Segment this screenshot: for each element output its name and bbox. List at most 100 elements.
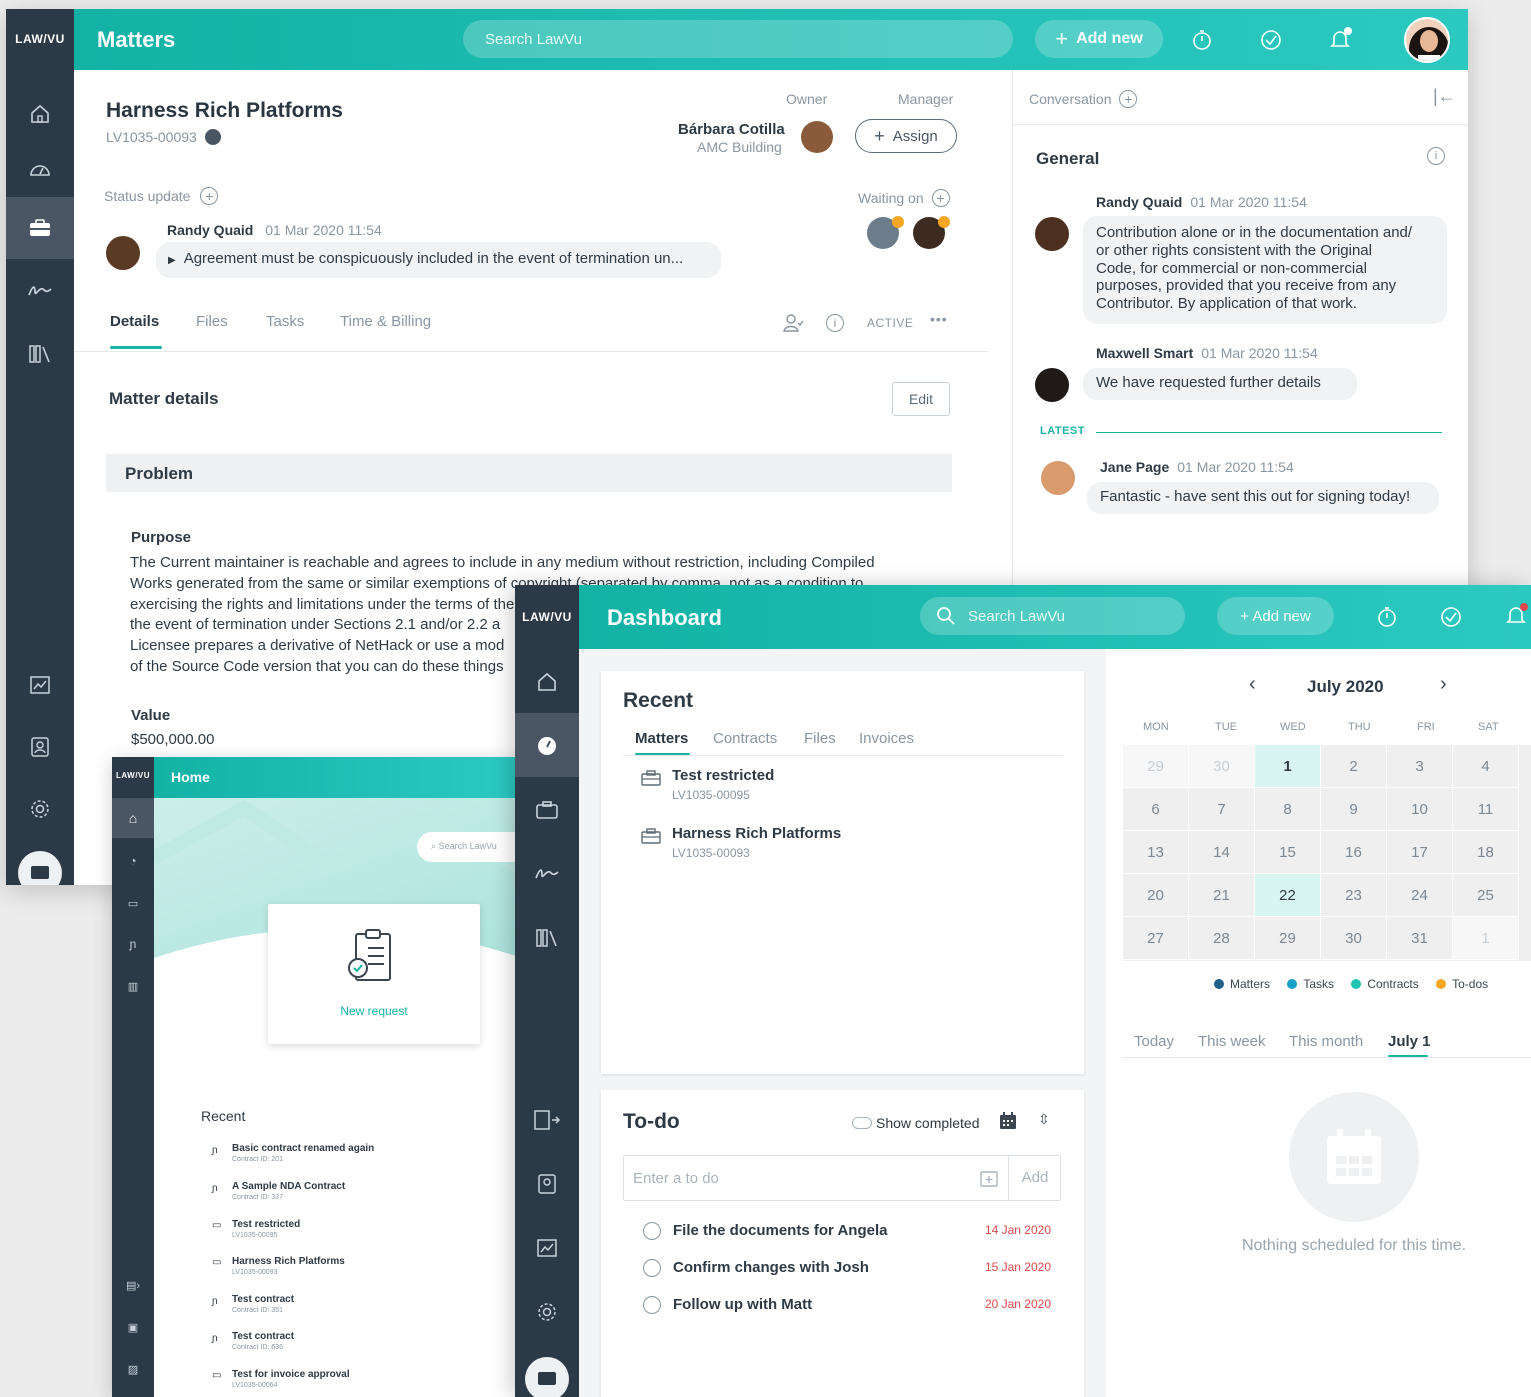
calendar-day[interactable]: 17 — [1387, 831, 1453, 874]
timer-icon[interactable] — [1376, 606, 1398, 633]
add-waiting-icon[interactable]: + — [931, 189, 950, 207]
tab-time-billing[interactable]: Time & Billing — [340, 313, 431, 330]
list-item[interactable]: ɲ A Sample NDA Contract Contract ID: 337 — [212, 1181, 502, 1213]
todo-item[interactable]: File the documents for Angela 14 Jan 202… — [643, 1222, 1063, 1246]
tab-details[interactable]: Details — [110, 313, 159, 330]
library-icon[interactable]: ▥ — [112, 966, 154, 1006]
list-item[interactable]: ɲ Test contract Contract ID: 351 — [212, 1294, 502, 1326]
timer-icon[interactable] — [1191, 29, 1213, 56]
search-input[interactable]: Search LawVu — [920, 597, 1185, 635]
calendar-day[interactable]: 2 — [1321, 745, 1387, 788]
home-search-input[interactable]: ⌕ Search LawVu — [417, 832, 522, 862]
calendar-day[interactable]: 28 — [1189, 917, 1255, 960]
add-conversation-icon[interactable]: + — [1119, 90, 1138, 108]
calendar-day[interactable]: 24 — [1387, 874, 1453, 917]
calendar-day[interactable]: 3 — [1387, 745, 1453, 788]
calendar-day[interactable]: 30 — [1321, 917, 1387, 960]
calendar-day[interactable]: 18 — [1453, 831, 1519, 874]
add-new-button[interactable]: + Add new — [1217, 597, 1334, 635]
dashboard-icon[interactable] — [515, 713, 579, 777]
collapse-panel-icon[interactable]: |← — [1433, 86, 1456, 107]
library-icon[interactable] — [6, 324, 74, 384]
todo-checkbox[interactable] — [643, 1222, 661, 1240]
briefcase-icon[interactable]: ▭ — [112, 883, 154, 923]
date-picker-icon[interactable] — [980, 1169, 998, 1192]
library-icon[interactable] — [515, 907, 579, 969]
dashboard-icon[interactable]: ◔ — [112, 841, 154, 881]
calendar-day[interactable]: 30 — [1189, 745, 1255, 788]
list-item[interactable]: ▭ Test restricted LV1035-00095 — [212, 1219, 502, 1251]
signature-icon[interactable] — [6, 261, 74, 321]
more-options-icon[interactable]: ••• — [930, 311, 948, 327]
todo-checkbox[interactable] — [643, 1259, 661, 1277]
signature-icon[interactable]: ɲ — [112, 924, 154, 964]
list-item[interactable]: ▭ Harness Rich Platforms LV1035-00093 — [212, 1256, 502, 1288]
calendar-day[interactable]: 6 — [1123, 788, 1189, 831]
user-avatar[interactable] — [1404, 17, 1450, 63]
calendar-day[interactable]: 15 — [1255, 831, 1321, 874]
tab-today[interactable]: Today — [1134, 1033, 1174, 1050]
todo-add-button[interactable]: Add — [1008, 1156, 1061, 1200]
calendar-day[interactable]: 29 — [1255, 917, 1321, 960]
calendar-day[interactable]: 21 — [1189, 874, 1255, 917]
tab-matters[interactable]: Matters — [635, 730, 688, 747]
sort-icon[interactable]: ⇳ — [1038, 1111, 1050, 1128]
calendar-day[interactable]: 13 — [1123, 831, 1189, 874]
calendar-day[interactable]: 1 — [1453, 917, 1519, 960]
signature-icon[interactable] — [515, 843, 579, 905]
tab-contracts[interactable]: Contracts — [713, 730, 777, 747]
contacts-icon[interactable]: ▣ — [112, 1307, 154, 1347]
tab-files[interactable]: Files — [196, 313, 228, 330]
contacts-icon[interactable] — [515, 1153, 579, 1215]
settings-gear-icon[interactable] — [6, 779, 74, 839]
list-item[interactable]: Test restricted LV1035-00095 — [641, 767, 1041, 807]
list-item[interactable]: Harness Rich Platforms LV1035-00093 — [641, 825, 1041, 865]
chat-launcher-icon[interactable] — [525, 1357, 569, 1397]
todo-item[interactable]: Confirm changes with Josh 15 Jan 2020 — [643, 1259, 1063, 1283]
calendar-day[interactable]: 10 — [1387, 788, 1453, 831]
todo-input[interactable]: Enter a to do Add — [623, 1155, 1061, 1201]
info-icon[interactable]: i — [826, 314, 844, 332]
calendar-filter-icon[interactable] — [999, 1112, 1017, 1135]
tab-this-week[interactable]: This week — [1198, 1033, 1266, 1050]
todo-item[interactable]: Follow up with Matt 20 Jan 2020 — [643, 1296, 1063, 1320]
calendar-day[interactable]: 7 — [1189, 788, 1255, 831]
tab-tasks[interactable]: Tasks — [266, 313, 304, 330]
calendar-day[interactable]: 16 — [1321, 831, 1387, 874]
calendar-day[interactable]: 23 — [1321, 874, 1387, 917]
check-circle-icon[interactable] — [1440, 606, 1462, 633]
contacts-icon[interactable] — [6, 717, 74, 777]
home-icon[interactable] — [515, 651, 579, 713]
prev-month-icon[interactable]: ‹ — [1249, 673, 1256, 696]
building-exit-icon[interactable] — [515, 1089, 579, 1151]
tab-files[interactable]: Files — [804, 730, 836, 747]
toggle-switch[interactable] — [852, 1117, 872, 1129]
assign-button[interactable]: + Assign — [855, 119, 957, 153]
list-item[interactable]: ɲ Test contract Contract ID: 636 — [212, 1331, 502, 1363]
calendar-day[interactable]: 27 — [1123, 917, 1189, 960]
calendar-day[interactable]: 29 — [1123, 745, 1189, 788]
reports-icon[interactable]: ▨ — [112, 1349, 154, 1389]
briefcase-icon[interactable] — [515, 779, 579, 841]
calendar-day[interactable]: 9 — [1321, 788, 1387, 831]
home-icon[interactable] — [6, 84, 74, 144]
calendar-day[interactable]: 22 — [1255, 874, 1321, 917]
list-item[interactable]: ɲ Basic contract renamed again Contract … — [212, 1143, 502, 1175]
calendar-day[interactable]: 8 — [1255, 788, 1321, 831]
add-new-button[interactable]: + Add new — [1035, 20, 1163, 58]
reports-icon[interactable] — [6, 657, 74, 713]
calendar-day[interactable]: 14 — [1189, 831, 1255, 874]
building-exit-icon[interactable]: ▤› — [112, 1265, 154, 1305]
add-status-icon[interactable]: + — [200, 187, 219, 205]
channel-info-icon[interactable]: i — [1427, 147, 1445, 165]
check-circle-icon[interactable] — [1260, 29, 1282, 56]
calendar-day[interactable]: 31 — [1387, 917, 1453, 960]
new-request-card[interactable]: New request — [268, 904, 480, 1044]
tab-this-month[interactable]: This month — [1289, 1033, 1363, 1050]
tab-july-1[interactable]: July 1 — [1388, 1033, 1431, 1050]
edit-button[interactable]: Edit — [892, 382, 950, 416]
calendar-day[interactable]: 25 — [1453, 874, 1519, 917]
bell-icon[interactable] — [1504, 603, 1530, 632]
calendar-day[interactable]: 20 — [1123, 874, 1189, 917]
todo-checkbox[interactable] — [643, 1296, 661, 1314]
